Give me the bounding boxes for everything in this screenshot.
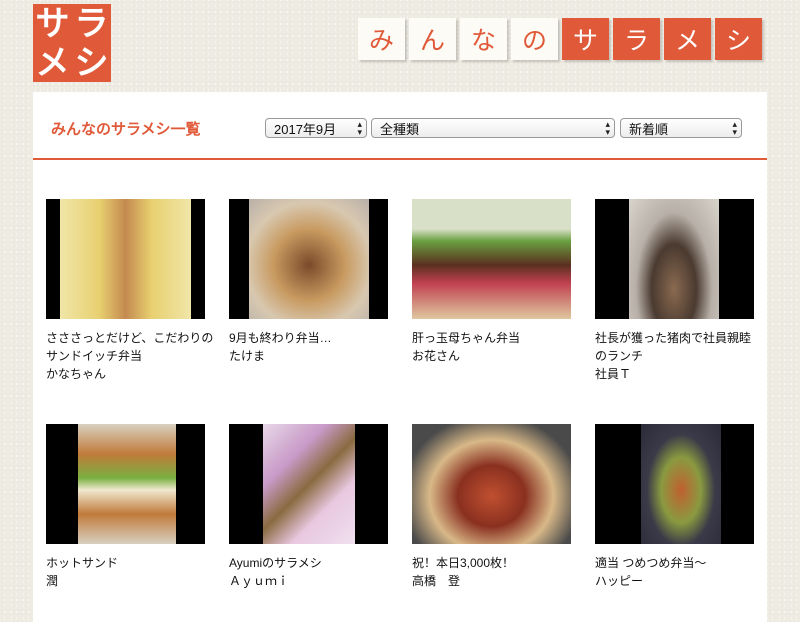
month-select-value: 2017年9月	[274, 121, 337, 137]
logo-char: ラ	[74, 3, 109, 44]
post-card[interactable]: ホットサンド 潤	[46, 424, 206, 590]
page-title: みんなのサラメシ一覧	[51, 121, 201, 138]
select-arrows-icon: ▴ ▾	[605, 119, 610, 137]
post-author: 高橋 登	[412, 574, 461, 588]
post-card[interactable]: 社長が獲った猪肉で社員親睦 のランチ 社員Ｔ	[595, 199, 755, 383]
main-panel: みんなのサラメシ一覧 2017年9月 ▴ ▾ 全種類 ▴ ▾ 新着順 ▴ ▾ さささっ…	[33, 92, 767, 622]
post-author: 社員Ｔ	[595, 367, 632, 381]
month-select[interactable]: 2017年9月 ▴ ▾	[265, 118, 367, 138]
title-tile: サ	[562, 18, 609, 60]
post-author: ハッピー	[595, 574, 644, 588]
post-card[interactable]: さささっとだけど、こだわりの サンドイッチ弁当 かなちゃん	[46, 199, 213, 383]
category-select[interactable]: 全種類 ▴ ▾	[371, 118, 615, 138]
post-card[interactable]: 肝っ玉母ちゃん弁当 お花さん	[412, 199, 572, 365]
logo-char: シ	[74, 42, 109, 83]
site-logo[interactable]: サ ラ メ シ	[33, 4, 111, 82]
post-title[interactable]: のランチ	[595, 347, 755, 365]
select-arrows-icon: ▴ ▾	[357, 119, 362, 137]
post-caption: 祝！本日3,000枚！ 高橋 登	[412, 554, 572, 590]
logo-char: サ	[35, 3, 70, 44]
post-thumbnail[interactable]	[595, 424, 754, 544]
post-caption: 社長が獲った猪肉で社員親睦 のランチ 社員Ｔ	[595, 329, 755, 383]
post-card[interactable]: 9月も終わり弁当… たけま	[229, 199, 389, 365]
post-author: 潤	[46, 574, 59, 588]
post-author: かなちゃん	[46, 367, 107, 381]
title-tile: メ	[664, 18, 711, 60]
title-tile: シ	[715, 18, 762, 60]
post-caption: さささっとだけど、こだわりの サンドイッチ弁当 かなちゃん	[46, 329, 213, 383]
logo-char: メ	[35, 42, 70, 83]
post-author: お花さん	[412, 349, 461, 363]
post-title[interactable]: 適当 つめつめ弁当～	[595, 554, 755, 572]
post-card[interactable]: Ayumiのサラメシ Ａｙｕｍｉ	[229, 424, 389, 590]
sort-select-value: 新着順	[629, 121, 669, 137]
post-title[interactable]: サンドイッチ弁当	[46, 347, 206, 365]
post-caption: 適当 つめつめ弁当～ ハッピー	[595, 554, 755, 590]
post-card[interactable]: 適当 つめつめ弁当～ ハッピー	[595, 424, 755, 590]
title-tile: ラ	[613, 18, 660, 60]
post-thumbnail[interactable]	[229, 424, 388, 544]
title-tile: み	[358, 18, 405, 60]
post-thumbnail[interactable]	[46, 199, 205, 319]
post-author: たけま	[229, 349, 266, 363]
post-title[interactable]: 祝！本日3,000枚！	[412, 554, 572, 572]
post-thumbnail[interactable]	[412, 199, 571, 319]
category-select-value: 全種類	[380, 121, 420, 137]
title-tile: の	[511, 18, 558, 60]
post-caption: 9月も終わり弁当… たけま	[229, 329, 389, 365]
post-caption: Ayumiのサラメシ Ａｙｕｍｉ	[229, 554, 389, 590]
post-title[interactable]: Ayumiのサラメシ	[229, 554, 389, 572]
post-caption: ホットサンド 潤	[46, 554, 206, 590]
post-title[interactable]: 社長が獲った猪肉で社員親睦	[595, 329, 755, 347]
post-thumbnail[interactable]	[229, 199, 388, 319]
post-author: Ａｙｕｍｉ	[229, 574, 290, 588]
post-thumbnail[interactable]	[595, 199, 754, 319]
select-arrows-icon: ▴ ▾	[732, 119, 737, 137]
post-thumbnail[interactable]	[412, 424, 571, 544]
site-title: み ん な の サ ラ メ シ	[358, 18, 762, 60]
sort-select[interactable]: 新着順 ▴ ▾	[620, 118, 742, 138]
post-thumbnail[interactable]	[46, 424, 205, 544]
post-title[interactable]: 9月も終わり弁当…	[229, 329, 389, 347]
title-tile: ん	[409, 18, 456, 60]
post-card[interactable]: 祝！本日3,000枚！ 高橋 登	[412, 424, 572, 590]
post-title[interactable]: ホットサンド	[46, 554, 206, 572]
post-title[interactable]: 肝っ玉母ちゃん弁当	[412, 329, 572, 347]
post-caption: 肝っ玉母ちゃん弁当 お花さん	[412, 329, 572, 365]
title-tile: な	[460, 18, 507, 60]
panel-header: みんなのサラメシ一覧 2017年9月 ▴ ▾ 全種類 ▴ ▾ 新着順 ▴ ▾	[33, 92, 767, 160]
post-title[interactable]: さささっとだけど、こだわりの	[46, 329, 213, 347]
